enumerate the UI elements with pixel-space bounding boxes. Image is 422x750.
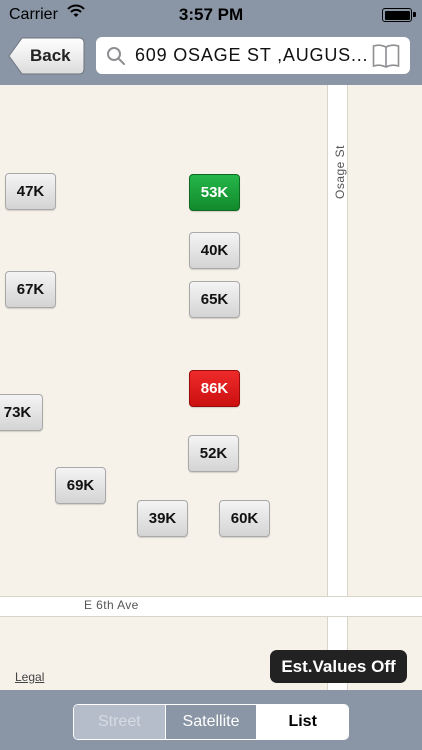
segment-street[interactable]: Street — [74, 705, 166, 739]
search-icon — [106, 46, 126, 71]
map-view[interactable]: Osage St E 6th Ave 47K 53K 40K 67K 65K 8… — [0, 85, 422, 690]
price-marker[interactable]: 67K — [5, 271, 56, 308]
price-marker[interactable]: 69K — [55, 467, 106, 504]
price-marker-highlighted[interactable]: 86K — [189, 370, 240, 407]
bookmarks-icon[interactable] — [372, 43, 400, 73]
price-marker[interactable]: 39K — [137, 500, 188, 537]
status-bar: Carrier 3:57 PM — [0, 0, 422, 30]
segment-satellite[interactable]: Satellite — [166, 705, 258, 739]
road-e-6th-ave — [0, 596, 422, 617]
navigation-bar: Back 609 OSAGE ST ,AUGUS... — [0, 30, 422, 85]
price-marker[interactable]: 47K — [5, 173, 56, 210]
price-marker[interactable]: 40K — [189, 232, 240, 269]
price-marker[interactable]: 65K — [189, 281, 240, 318]
segment-list[interactable]: List — [257, 705, 348, 739]
est-values-toggle-button[interactable]: Est.Values Off — [270, 650, 407, 683]
price-marker[interactable]: 60K — [219, 500, 270, 537]
price-marker[interactable]: 73K — [0, 394, 43, 431]
legal-link[interactable]: Legal — [15, 670, 44, 684]
search-input[interactable]: 609 OSAGE ST ,AUGUS... — [135, 45, 368, 66]
back-button-label: Back — [30, 46, 71, 65]
price-marker[interactable]: 52K — [188, 435, 239, 472]
price-marker-selected[interactable]: 53K — [189, 174, 240, 211]
battery-icon — [382, 8, 416, 22]
street-label-e-6th-ave: E 6th Ave — [84, 598, 139, 612]
clock: 3:57 PM — [178, 5, 244, 24]
address-search-field[interactable]: 609 OSAGE ST ,AUGUS... — [96, 37, 410, 74]
bottom-toolbar: Street Satellite List — [0, 690, 422, 750]
map-mode-segmented-control: Street Satellite List — [73, 704, 349, 740]
back-button[interactable]: Back — [8, 37, 85, 75]
street-label-osage-st: Osage St — [333, 144, 347, 200]
